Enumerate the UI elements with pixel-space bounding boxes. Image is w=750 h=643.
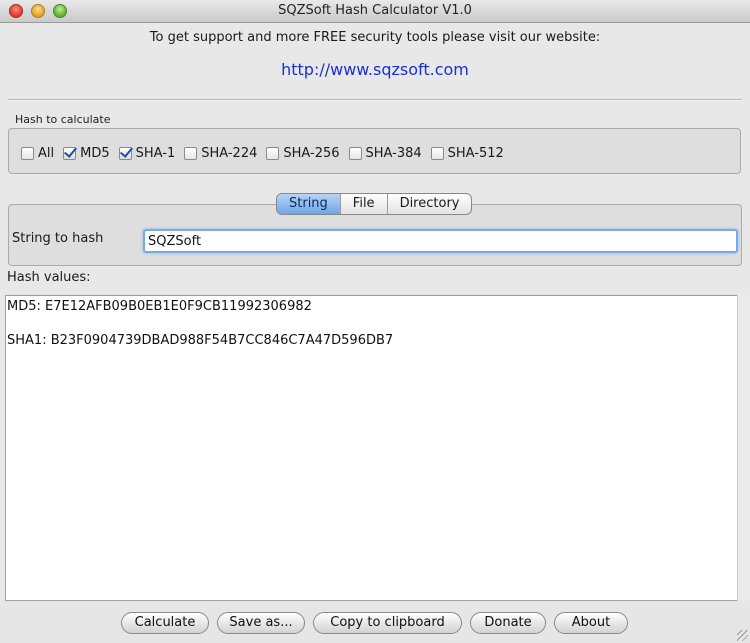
tab-file[interactable]: File: [339, 194, 387, 214]
save-as-button[interactable]: Save as...: [217, 612, 305, 634]
divider: [8, 99, 742, 101]
website-link[interactable]: http://www.sqzsoft.com: [0, 60, 750, 79]
checkbox-sha224[interactable]: SHA-224: [184, 146, 257, 161]
title-bar[interactable]: SQZSoft Hash Calculator V1.0: [0, 0, 750, 23]
support-text: To get support and more FREE security to…: [149, 30, 601, 45]
window-title: SQZSoft Hash Calculator V1.0: [278, 3, 472, 18]
checkbox-sha512[interactable]: SHA-512: [430, 146, 504, 161]
checkbox-md5[interactable]: MD5: [63, 146, 110, 161]
result-line-md5: MD5: E7E12AFB09B0EB1E0F9CB11992306982: [7, 299, 312, 314]
string-to-hash-input[interactable]: [143, 229, 738, 253]
hash-values-output[interactable]: MD5: E7E12AFB09B0EB1E0F9CB11992306982 SH…: [5, 295, 737, 601]
calculate-button[interactable]: Calculate: [121, 612, 209, 634]
checkbox-checked-icon[interactable]: [63, 147, 77, 160]
checkbox-sha256[interactable]: SHA-256: [266, 146, 340, 161]
checkbox-sha1[interactable]: SHA-1: [118, 146, 176, 161]
checkbox-label: MD5: [80, 146, 110, 161]
checkbox-label: SHA-256: [283, 146, 340, 161]
copy-to-clipboard-button[interactable]: Copy to clipboard: [313, 612, 462, 634]
vertical-scrollbar[interactable]: [737, 295, 750, 601]
checkbox-label: All: [38, 146, 55, 161]
about-button[interactable]: About: [554, 612, 628, 634]
tab-directory[interactable]: Directory: [386, 194, 472, 214]
resize-grip-icon[interactable]: [737, 630, 748, 641]
checkbox-icon[interactable]: [184, 147, 198, 160]
checkbox-all[interactable]: All: [21, 146, 54, 161]
input-mode-tabs: String File Directory: [276, 193, 473, 215]
checkbox-icon[interactable]: [266, 147, 280, 160]
checkbox-sha384[interactable]: SHA-384: [348, 146, 422, 161]
checkbox-icon[interactable]: [21, 147, 34, 160]
tab-string[interactable]: String: [277, 194, 340, 214]
hash-options-group: All MD5 SHA-1 SHA-224 SHA-256 SHA-384 SH…: [8, 128, 741, 174]
hash-values-label: Hash values:: [7, 270, 91, 285]
hash-group-label: Hash to calculate: [15, 113, 111, 126]
checkbox-label: SHA-512: [447, 146, 504, 161]
checkbox-label: SHA-384: [365, 146, 422, 161]
donate-button[interactable]: Donate: [470, 612, 546, 634]
checkbox-checked-icon[interactable]: [118, 147, 132, 160]
result-line-sha1: SHA1: B23F0904739DBAD988F54B7CC846C7A47D…: [7, 333, 394, 348]
checkbox-label: SHA-1: [135, 146, 176, 161]
string-to-hash-label: String to hash: [12, 231, 104, 246]
checkbox-icon[interactable]: [348, 147, 362, 160]
checkbox-icon[interactable]: [430, 147, 444, 160]
checkbox-label: SHA-224: [201, 146, 258, 161]
